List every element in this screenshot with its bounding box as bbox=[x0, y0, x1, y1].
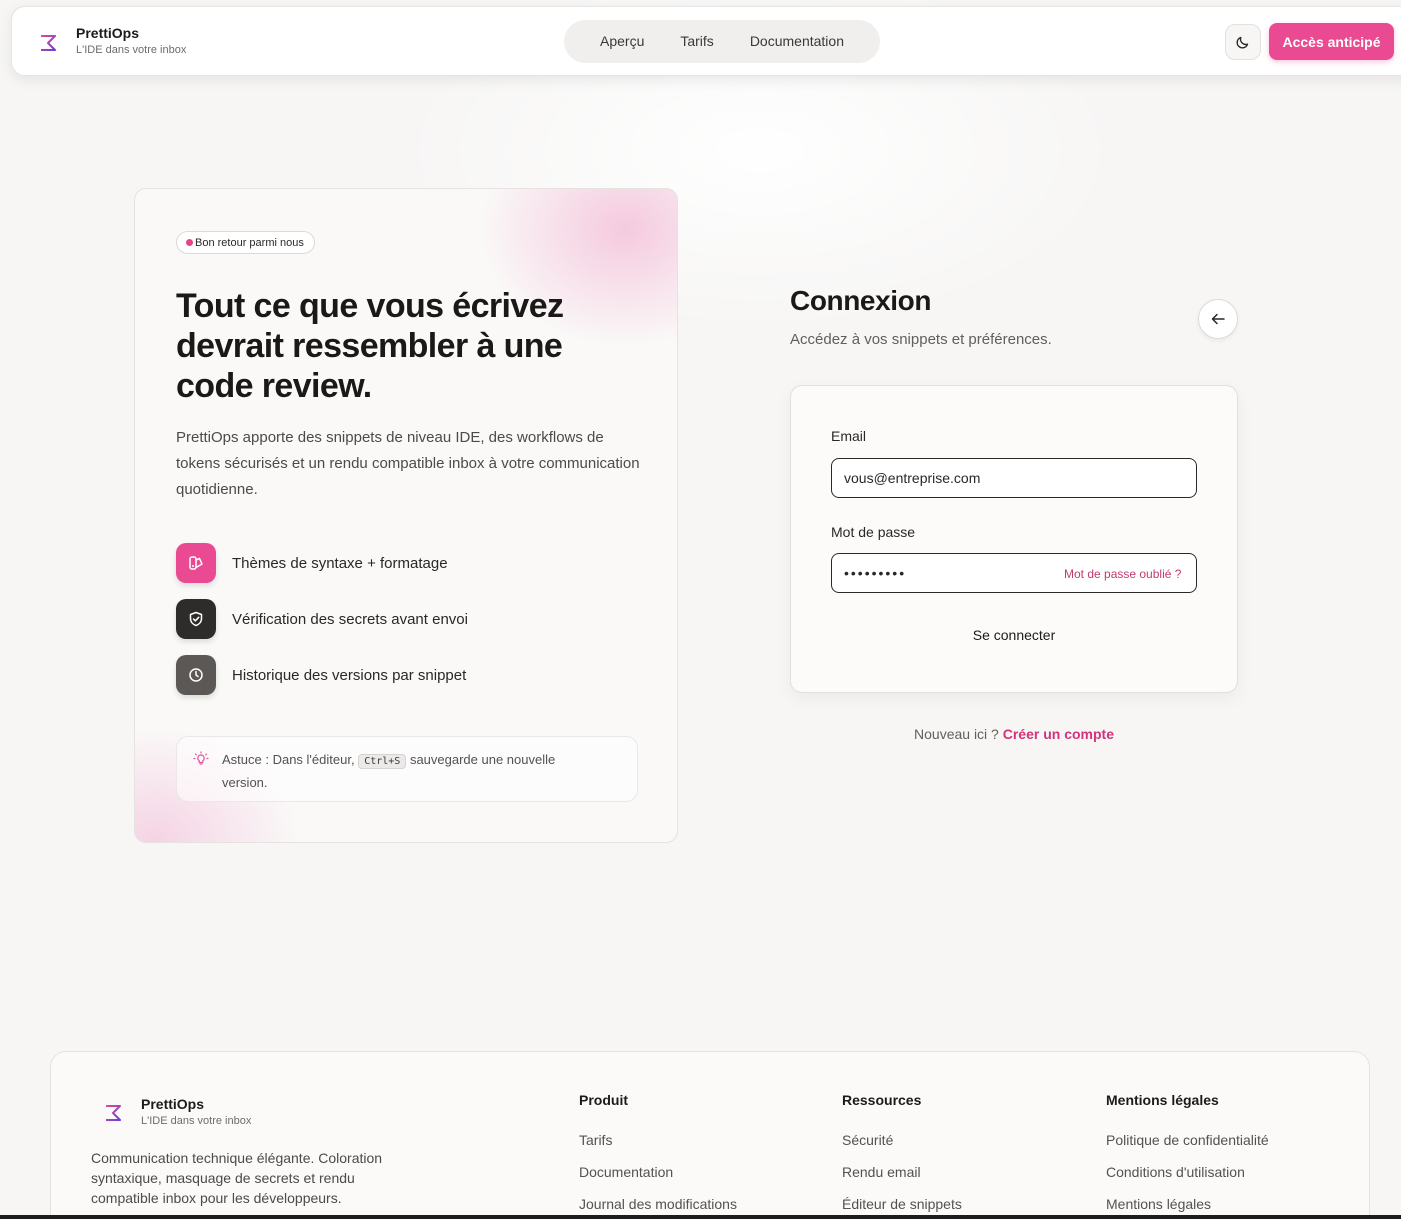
early-access-button[interactable]: Accès anticipé bbox=[1269, 23, 1394, 60]
hero-title: Tout ce que vous écrivez devrait ressemb… bbox=[176, 287, 564, 405]
feature-item-secrets: Vérification des secrets avant envoi bbox=[176, 599, 468, 639]
lightbulb-icon bbox=[193, 751, 209, 765]
sigma-logo-icon bbox=[41, 35, 56, 51]
feature-label: Historique des versions par snippet bbox=[232, 666, 467, 684]
moon-icon bbox=[1236, 36, 1249, 49]
footer-column-produit: Produit Tarifs Documentation Journal des… bbox=[579, 1092, 737, 1219]
editor-tip: Astuce : Dans l'éditeur, Ctrl+S sauvegar… bbox=[176, 736, 638, 802]
footer-column-mentions: Mentions légales Politique de confidenti… bbox=[1106, 1092, 1269, 1219]
keyboard-shortcut: Ctrl+S bbox=[358, 754, 407, 769]
password-label: Mot de passe bbox=[831, 524, 916, 540]
nav-link-apercu[interactable]: Aperçu bbox=[582, 20, 662, 63]
forgot-password-link[interactable]: Mot de passe oublié ? bbox=[1064, 567, 1181, 581]
main-nav: Aperçu Tarifs Documentation bbox=[564, 20, 880, 63]
window-bottom-edge bbox=[0, 1215, 1401, 1219]
sigma-logo-icon bbox=[106, 1105, 121, 1121]
feature-label: Thèmes de syntaxe + formatage bbox=[232, 554, 448, 572]
footer-column-title: Mentions légales bbox=[1106, 1092, 1219, 1108]
feature-item-history: Historique des versions par snippet bbox=[176, 655, 466, 695]
footer-link[interactable]: Rendu email bbox=[842, 1156, 962, 1188]
hero-description: PrettiOps apporte des snippets de niveau… bbox=[176, 429, 640, 498]
footer-link[interactable]: Sécurité bbox=[842, 1124, 962, 1156]
tip-text: Astuce : Dans l'éditeur, Ctrl+S sauvegar… bbox=[222, 749, 602, 793]
badge-label: Bon retour parmi nous bbox=[195, 236, 304, 249]
brand-name: PrettiOps bbox=[76, 25, 140, 41]
palette-icon bbox=[176, 543, 216, 583]
welcome-badge: Bon retour parmi nous bbox=[176, 231, 315, 254]
footer-brand-tagline: L'IDE dans votre inbox bbox=[141, 1115, 252, 1127]
theme-toggle-button[interactable] bbox=[1225, 24, 1261, 60]
login-submit-button[interactable]: Se connecter bbox=[831, 620, 1197, 650]
footer-description: Communication technique élégante. Colora… bbox=[91, 1150, 383, 1206]
footer-link[interactable]: Tarifs bbox=[579, 1124, 737, 1156]
back-button[interactable] bbox=[1198, 299, 1238, 339]
email-label: Email bbox=[831, 428, 867, 444]
footer: PrettiOps L'IDE dans votre inbox Communi… bbox=[50, 1051, 1370, 1219]
footer-brand-name: PrettiOps bbox=[141, 1096, 205, 1112]
footer-column-title: Ressources bbox=[842, 1092, 922, 1108]
login-form: Email Mot de passe Mot de passe oublié ?… bbox=[790, 385, 1238, 693]
shield-check-icon bbox=[176, 599, 216, 639]
tip-prefix: Astuce : Dans l'éditeur, bbox=[222, 752, 355, 767]
nav-link-documentation[interactable]: Documentation bbox=[732, 20, 862, 63]
footer-column-ressources: Ressources Sécurité Rendu email Éditeur … bbox=[842, 1092, 962, 1219]
top-navbar: PrettiOps L'IDE dans votre inbox Aperçu … bbox=[11, 6, 1401, 76]
email-field[interactable] bbox=[831, 458, 1197, 498]
arrow-left-icon bbox=[1211, 313, 1225, 325]
badge-dot-icon bbox=[186, 239, 193, 246]
footer-brand[interactable]: PrettiOps L'IDE dans votre inbox bbox=[103, 1096, 251, 1128]
hero-card: Bon retour parmi nous Tout ce que vous é… bbox=[134, 188, 678, 843]
signup-prompt-text: Nouveau ici ? bbox=[914, 726, 999, 742]
login-title: Connexion bbox=[790, 285, 932, 316]
nav-link-tarifs[interactable]: Tarifs bbox=[662, 20, 731, 63]
footer-link[interactable]: Politique de confidentialité bbox=[1106, 1124, 1269, 1156]
create-account-link[interactable]: Créer un compte bbox=[1003, 726, 1114, 742]
footer-link[interactable]: Conditions d'utilisation bbox=[1106, 1156, 1269, 1188]
footer-column-title: Produit bbox=[579, 1092, 628, 1108]
brand-tagline: L'IDE dans votre inbox bbox=[76, 44, 187, 56]
signup-prompt: Nouveau ici ? Créer un compte bbox=[790, 726, 1238, 742]
login-subtitle: Accédez à vos snippets et préférences. bbox=[790, 331, 1052, 348]
footer-link[interactable]: Documentation bbox=[579, 1156, 737, 1188]
feature-label: Vérification des secrets avant envoi bbox=[232, 610, 468, 628]
clock-icon bbox=[176, 655, 216, 695]
brand[interactable]: PrettiOps L'IDE dans votre inbox bbox=[38, 25, 186, 57]
feature-item-syntax: Thèmes de syntaxe + formatage bbox=[176, 543, 448, 583]
